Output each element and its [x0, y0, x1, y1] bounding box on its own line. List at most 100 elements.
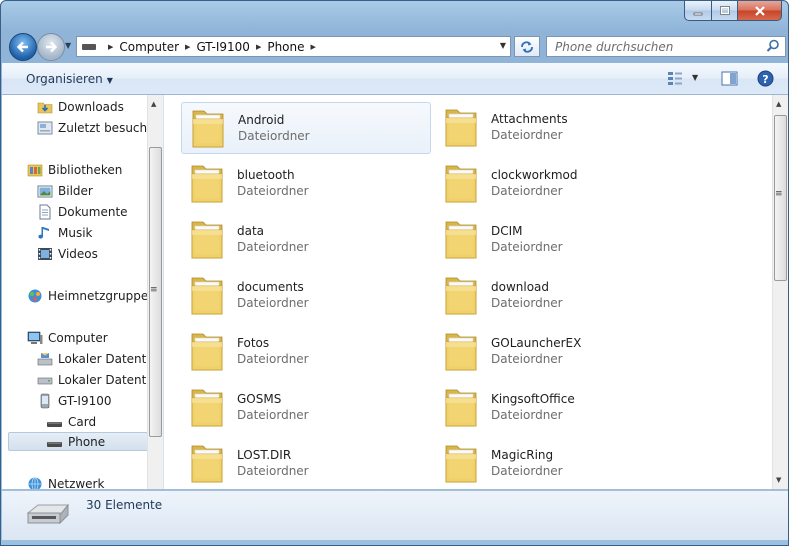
folder-icon	[443, 218, 479, 262]
folder-type: Dateiordner	[238, 129, 310, 143]
folder-type: Dateiordner	[237, 184, 309, 198]
folder-item[interactable]: download Dateiordner	[435, 270, 685, 322]
drive-icon	[82, 43, 96, 50]
folder-item[interactable]: data Dateiordner	[181, 214, 431, 266]
folder-icon	[189, 386, 225, 430]
folder-item[interactable]: clockworkmod Dateiordner	[435, 158, 685, 210]
folder-name: download	[491, 280, 550, 294]
pictures-library-icon	[37, 183, 53, 199]
close-icon	[754, 5, 765, 16]
scroll-down-icon[interactable]: ▼	[776, 476, 781, 484]
nav-item-phone[interactable]: Phone	[8, 432, 148, 451]
folder-item[interactable]: Android Dateiordner	[181, 102, 431, 154]
chevron-right-icon[interactable]: ▶	[185, 43, 190, 51]
storage-drive-icon	[47, 434, 63, 450]
folder-item[interactable]: Attachments Dateiordner	[435, 102, 685, 154]
removable-drive-icon	[26, 503, 70, 525]
folder-type: Dateiordner	[237, 464, 309, 478]
folder-item[interactable]: Fotos Dateiordner	[181, 326, 431, 378]
documents-library-icon	[37, 204, 53, 220]
folder-type: Dateiordner	[237, 240, 309, 254]
maximize-icon	[719, 5, 730, 15]
organize-menu-button[interactable]: Organisieren ▼	[26, 72, 113, 86]
music-library-icon	[37, 225, 53, 241]
storage-drive-icon	[47, 414, 63, 430]
folder-name: documents	[237, 280, 304, 294]
nav-item-label: Computer	[48, 330, 108, 345]
minimize-button[interactable]	[684, 1, 712, 21]
nav-item-label: Downloads	[58, 99, 124, 114]
folder-icon	[189, 274, 225, 318]
nav-item-libraries[interactable]: Bibliotheken	[27, 160, 122, 179]
preview-pane-icon[interactable]	[721, 71, 738, 86]
folder-name: KingsoftOffice	[491, 392, 575, 406]
folder-type: Dateiordner	[491, 240, 563, 254]
nav-item-documents[interactable]: Dokumente	[37, 202, 128, 221]
chevron-right-icon[interactable]: ▶	[108, 43, 113, 51]
navigation-pane-scrollbar[interactable]: ▲ ≡	[147, 95, 163, 489]
folder-item[interactable]: DCIM Dateiordner	[435, 214, 685, 266]
nav-item-music[interactable]: Musik	[37, 223, 93, 242]
folder-item[interactable]: KingsoftOffice Dateiordner	[435, 382, 685, 434]
folder-type: Dateiordner	[491, 184, 563, 198]
address-history-dropdown[interactable]: ▼	[500, 41, 506, 50]
nav-item-local-disk-c[interactable]: Lokaler Datenträger (C:)	[37, 349, 163, 368]
search-box[interactable]	[546, 36, 786, 57]
folder-name: bluetooth	[237, 168, 295, 182]
search-icon[interactable]	[766, 39, 780, 53]
chevron-down-icon: ▼	[106, 76, 113, 85]
breadcrumb-device[interactable]: GT-I9100	[196, 40, 250, 54]
address-bar[interactable]: ▶ Computer ▶ GT-I9100 ▶ Phone ▶ ▼	[76, 36, 511, 57]
scroll-up-icon[interactable]: ▲	[151, 100, 156, 108]
refresh-icon	[521, 40, 533, 53]
nav-item-downloads[interactable]: Downloads	[37, 97, 124, 116]
folder-type: Dateiordner	[491, 128, 563, 142]
nav-item-recent[interactable]: Zuletzt besucht	[37, 118, 152, 137]
folder-item[interactable]: GOLauncherEX Dateiordner	[435, 326, 685, 378]
nav-item-local-disk-d[interactable]: Lokaler Datenträger (D:)	[37, 370, 163, 389]
file-list-scrollbar[interactable]: ▲ ≡ ▼	[772, 95, 788, 489]
folder-type: Dateiordner	[237, 352, 309, 366]
arrow-right-icon	[46, 41, 58, 53]
folder-name: Attachments	[491, 112, 568, 126]
folder-item[interactable]: documents Dateiordner	[181, 270, 431, 322]
nav-item-network[interactable]: Netzwerk	[27, 474, 104, 489]
nav-item-computer[interactable]: Computer	[27, 328, 108, 347]
file-list: Android Dateiordner Attachments Dateiordner…	[164, 95, 788, 489]
back-button[interactable]	[9, 33, 37, 61]
recent-places-icon	[37, 120, 53, 136]
view-options-icon[interactable]	[667, 71, 683, 86]
close-button[interactable]	[738, 1, 782, 21]
chevron-right-icon[interactable]: ▶	[311, 43, 316, 51]
folder-icon	[443, 162, 479, 206]
folder-item[interactable]: MagicRing Dateiordner	[435, 438, 685, 489]
local-disk-icon	[37, 372, 53, 388]
nav-item-videos[interactable]: Videos	[37, 244, 98, 263]
folder-icon	[189, 218, 225, 262]
recent-pages-dropdown[interactable]: ▼	[65, 41, 71, 50]
search-input[interactable]	[553, 37, 767, 57]
maximize-button[interactable]	[712, 1, 738, 21]
scroll-up-icon[interactable]: ▲	[776, 100, 781, 108]
folder-item[interactable]: bluetooth Dateiordner	[181, 158, 431, 210]
folder-name: Android	[238, 113, 285, 127]
breadcrumb-computer[interactable]: Computer	[119, 40, 179, 54]
view-dropdown-icon[interactable]: ▼	[692, 73, 698, 82]
breadcrumb-phone[interactable]: Phone	[267, 40, 304, 54]
nav-item-pictures[interactable]: Bilder	[37, 181, 93, 200]
folder-type: Dateiordner	[491, 408, 563, 422]
folder-item[interactable]: GOSMS Dateiordner	[181, 382, 431, 434]
nav-item-label: Bilder	[58, 183, 93, 198]
nav-item-device[interactable]: GT-I9100	[37, 391, 112, 410]
help-icon[interactable]: ?	[757, 70, 774, 87]
folder-type: Dateiordner	[491, 352, 563, 366]
folder-item[interactable]: LOST.DIR Dateiordner	[181, 438, 431, 489]
refresh-button[interactable]	[514, 36, 540, 57]
folder-icon	[189, 330, 225, 374]
chevron-right-icon[interactable]: ▶	[256, 43, 261, 51]
nav-item-homegroup[interactable]: Heimnetzgruppe	[27, 286, 148, 305]
scroll-grip-icon: ≡	[775, 189, 783, 199]
forward-button[interactable]	[37, 33, 65, 61]
nav-item-card[interactable]: Card	[47, 412, 96, 431]
nav-item-label: Heimnetzgruppe	[48, 288, 149, 303]
